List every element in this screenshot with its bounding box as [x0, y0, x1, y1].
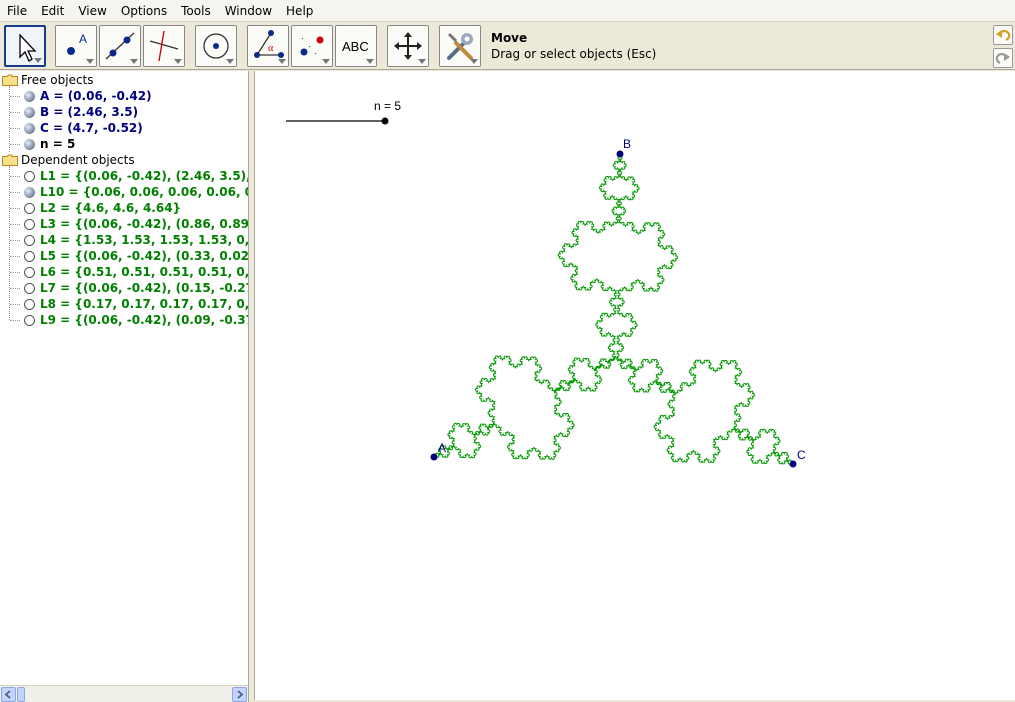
move-tool-button[interactable]: [4, 25, 46, 67]
slider-label: n = 5: [374, 99, 401, 113]
perpendicular-tool-button[interactable]: [143, 25, 185, 67]
circle-tool-button[interactable]: [195, 25, 237, 67]
algebra-item-L1[interactable]: L1 = {(0.06, -0.42), (2.46, 3.5), (4.7, …: [24, 168, 248, 184]
reflect-point-icon: [300, 36, 324, 56]
algebra-item-L8[interactable]: L8 = {0.17, 0.17, 0.17, 0.17, 0, 0.17, 0…: [24, 296, 248, 312]
active-tool-name: Move: [491, 31, 528, 45]
wrench-tools-icon: [447, 32, 473, 60]
svg-text:ABC: ABC: [342, 39, 369, 54]
algebra-item-C[interactable]: C = (4.7, -0.52): [24, 120, 143, 136]
chevron-right-icon: [237, 690, 244, 699]
undo-button[interactable]: [993, 25, 1013, 45]
algebra-horizontal-scrollbar[interactable]: [0, 685, 248, 702]
point-B-label: B: [623, 137, 631, 151]
line-icon: [105, 32, 135, 60]
algebra-item-L2[interactable]: L2 = {4.6, 4.6, 4.64}: [24, 200, 181, 216]
move-view-tool-button[interactable]: [387, 25, 429, 67]
angle-tool-button[interactable]: α: [247, 25, 289, 67]
settings-tool-button[interactable]: [439, 25, 481, 67]
algebra-item-L4[interactable]: L4 = {1.53, 1.53, 1.53, 1.53, 0, 1.53, 1…: [24, 232, 248, 248]
scroll-right-button[interactable]: [232, 687, 247, 702]
algebra-item-n[interactable]: n = 5: [24, 136, 75, 152]
folder-icon: [2, 74, 18, 86]
visibility-toggle-icon[interactable]: [24, 234, 35, 246]
scroll-thumb[interactable]: [17, 687, 25, 702]
circle-icon: [203, 33, 229, 59]
toolbar: A α ABC Move Drag or select objects (Esc…: [0, 22, 1015, 70]
algebra-item-L7[interactable]: L7 = {(0.06, -0.42), (0.15, -0.27), (0.0…: [24, 280, 248, 296]
point-C[interactable]: [789, 460, 797, 468]
algebra-item-L9[interactable]: L9 = {(0.06, -0.42), (0.09, -0.37), (0.0…: [24, 312, 248, 328]
free-objects-label: Free objects: [21, 73, 94, 87]
angle-icon: α: [254, 30, 284, 58]
algebra-item-L10[interactable]: L10 = {0.06, 0.06, 0.06, 0.06, 0, 0.06, …: [24, 184, 248, 200]
chevron-left-icon: [4, 690, 11, 699]
folder-icon: [2, 154, 18, 166]
text-icon: ABC: [342, 39, 369, 54]
slider-knob[interactable]: [381, 117, 389, 125]
visibility-toggle-icon[interactable]: [24, 106, 35, 118]
algebra-item-L3[interactable]: L3 = {(0.06, -0.42), (0.86, 0.89), (0.13…: [24, 216, 248, 232]
visibility-toggle-icon[interactable]: [24, 282, 35, 294]
algebra-item-L6[interactable]: L6 = {0.51, 0.51, 0.51, 0.51, 0, 0.51, 0…: [24, 264, 248, 280]
visibility-toggle-icon[interactable]: [24, 218, 35, 230]
visibility-toggle-icon[interactable]: [24, 170, 35, 182]
graphics-canvas[interactable]: n = 5 A B C: [255, 71, 1015, 700]
menu-window[interactable]: Window: [218, 0, 279, 22]
point-A-label: A: [438, 441, 446, 455]
point-A[interactable]: [430, 453, 438, 461]
reflect-tool-button[interactable]: [291, 25, 333, 67]
visibility-toggle-icon[interactable]: [24, 186, 35, 198]
visibility-toggle-icon[interactable]: [24, 138, 35, 150]
menu-view[interactable]: View: [71, 0, 113, 22]
menu-help[interactable]: Help: [279, 0, 320, 22]
move-arrows-icon: [394, 32, 422, 60]
menu-file[interactable]: File: [0, 0, 34, 22]
algebra-item-B[interactable]: B = (2.46, 3.5): [24, 104, 138, 120]
text-tool-button[interactable]: ABC: [335, 25, 377, 67]
point-C-label: C: [797, 448, 806, 462]
visibility-toggle-icon[interactable]: [24, 90, 35, 102]
redo-button[interactable]: [993, 48, 1013, 68]
visibility-toggle-icon[interactable]: [24, 266, 35, 278]
free-objects-folder[interactable]: Free objects: [2, 72, 94, 88]
scroll-left-button[interactable]: [1, 687, 16, 702]
dependent-objects-label: Dependent objects: [21, 153, 135, 167]
point-icon: A: [67, 32, 87, 55]
algebra-item-L5[interactable]: L5 = {(0.06, -0.42), (0.33, 0.02), (0.08…: [24, 248, 248, 264]
visibility-toggle-icon[interactable]: [24, 122, 35, 134]
visibility-toggle-icon[interactable]: [24, 314, 35, 326]
visibility-toggle-icon[interactable]: [24, 298, 35, 310]
menu-options[interactable]: Options: [114, 0, 174, 22]
menu-bar: File Edit View Options Tools Window Help: [0, 0, 1015, 22]
dependent-objects-folder[interactable]: Dependent objects: [2, 152, 135, 168]
menu-tools[interactable]: Tools: [174, 0, 218, 22]
koch-snowflake-curve[interactable]: [433, 153, 794, 465]
tool-info: Move Drag or select objects (Esc): [491, 31, 656, 61]
redo-icon: [995, 52, 1010, 64]
undo-icon: [996, 29, 1011, 41]
point-B[interactable]: [616, 150, 624, 158]
svg-text:α: α: [268, 43, 274, 54]
visibility-toggle-icon[interactable]: [24, 202, 35, 214]
algebra-view[interactable]: Free objects A = (0.06, -0.42) B = (2.46…: [0, 71, 249, 702]
menu-edit[interactable]: Edit: [34, 0, 71, 22]
algebra-item-A[interactable]: A = (0.06, -0.42): [24, 88, 152, 104]
svg-text:A: A: [79, 32, 87, 46]
new-point-tool-button[interactable]: A: [55, 25, 97, 67]
visibility-toggle-icon[interactable]: [24, 250, 35, 262]
graphics-view[interactable]: n = 5 A B C: [254, 71, 1015, 700]
line-tool-button[interactable]: [99, 25, 141, 67]
perpendicular-line-icon: [149, 30, 179, 62]
active-tool-help: Drag or select objects (Esc): [491, 47, 657, 61]
